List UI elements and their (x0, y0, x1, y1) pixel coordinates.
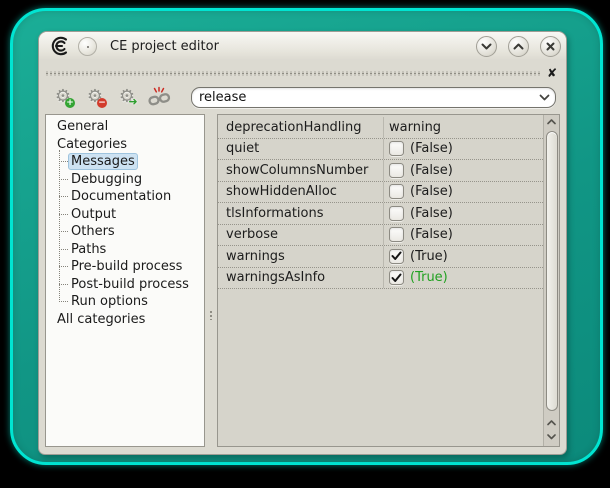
table-row[interactable]: deprecationHandling warning (218, 117, 543, 139)
sidebar-item-post-build-process[interactable]: Post-build process (46, 276, 204, 294)
table-row[interactable]: verbose (False) (218, 225, 543, 247)
table-row[interactable]: showColumnsNumber (False) (218, 160, 543, 182)
copy-configuration-button[interactable]: ⚙ ➜ (115, 85, 139, 109)
tree-branch-icon (59, 214, 68, 215)
plus-badge-icon: + (65, 98, 75, 108)
sidebar-item-paths[interactable]: Paths (46, 241, 204, 259)
checkbox[interactable] (389, 227, 404, 242)
checkbox[interactable] (389, 184, 404, 199)
sidebar-item-general[interactable]: General (46, 118, 204, 136)
minus-badge-icon: − (97, 98, 107, 108)
table-row[interactable]: tlsInformations (False) (218, 203, 543, 225)
table-row[interactable]: quiet (False) (218, 139, 543, 161)
property-value[interactable]: warning (389, 120, 441, 135)
sidebar-item-others[interactable]: Others (46, 223, 204, 241)
tree-branch-icon (59, 284, 68, 285)
checkbox[interactable] (389, 270, 404, 285)
dock-header[interactable]: ✘ (45, 67, 560, 79)
content-area: General Categories Messages Debugging Do… (45, 114, 560, 447)
maximize-button[interactable] (508, 36, 529, 57)
close-icon (546, 42, 555, 51)
unlink-configuration-button[interactable] (147, 85, 171, 109)
scrollbar-thumb[interactable] (546, 131, 558, 411)
property-value: (False) (410, 184, 453, 199)
property-value: (True) (410, 270, 448, 285)
tree-branch-icon (59, 179, 68, 180)
sidebar-item-pre-build-process[interactable]: Pre-build process (46, 258, 204, 276)
sidebar-item-all-categories[interactable]: All categories (46, 311, 204, 329)
remove-configuration-button[interactable]: ⚙ − (83, 85, 107, 109)
splitter-handle[interactable] (205, 114, 217, 447)
scroll-up-button-secondary[interactable] (544, 416, 559, 430)
close-button[interactable] (540, 36, 561, 57)
property-value: (False) (410, 227, 453, 242)
checkbox[interactable] (389, 249, 404, 264)
category-tree: General Categories Messages Debugging Do… (45, 114, 205, 447)
app-logo-icon (49, 35, 71, 57)
property-value: (False) (410, 141, 453, 156)
scroll-up-button[interactable] (544, 115, 559, 129)
table-row[interactable]: warnings (True) (218, 246, 543, 268)
property-value: (False) (410, 163, 453, 178)
tree-branch-icon (59, 266, 68, 267)
sidebar-item-messages[interactable]: Messages (46, 153, 204, 171)
sidebar-item-categories[interactable]: Categories (46, 136, 204, 154)
tree-branch-icon (59, 249, 68, 250)
chevron-up-icon (547, 119, 556, 125)
chevron-up-icon (547, 420, 556, 426)
tree-branch-icon (59, 196, 68, 197)
titlebar[interactable]: CE project editor (39, 32, 566, 60)
add-configuration-button[interactable]: ⚙ + (51, 85, 75, 109)
dock-close-icon[interactable]: ✘ (544, 68, 560, 78)
window-title: CE project editor (110, 39, 465, 54)
configuration-combobox-value[interactable]: release (192, 90, 533, 105)
ce-project-editor-window: CE project editor ✘ ⚙ + ⚙ − ⚙ ➜ (38, 31, 567, 455)
vertical-scrollbar[interactable] (543, 115, 559, 446)
tree-branch-icon (59, 301, 68, 302)
sidebar-item-run-options[interactable]: Run options (46, 293, 204, 311)
configuration-combobox[interactable]: release (191, 87, 556, 108)
table-row[interactable]: warningsAsInfo (True) (218, 268, 543, 290)
dock-drag-handle[interactable] (45, 71, 540, 76)
chevron-down-icon[interactable] (533, 94, 555, 101)
property-table: deprecationHandling warning quiet (False… (217, 114, 560, 447)
shade-button[interactable] (476, 36, 497, 57)
tree-branch-icon (59, 161, 68, 162)
checkbox[interactable] (389, 206, 404, 221)
property-value: (False) (410, 206, 453, 221)
scroll-down-button[interactable] (544, 430, 559, 444)
toolbar: ⚙ + ⚙ − ⚙ ➜ release (39, 79, 566, 109)
sidebar-item-output[interactable]: Output (46, 206, 204, 224)
checkbox[interactable] (389, 141, 404, 156)
tree-branch-icon (59, 231, 68, 232)
categories-children: Messages Debugging Documentation Output … (46, 153, 204, 311)
property-value: (True) (410, 249, 448, 264)
property-rows: deprecationHandling warning quiet (False… (218, 115, 543, 446)
window-menu-button[interactable] (78, 37, 97, 56)
sidebar-item-debugging[interactable]: Debugging (46, 171, 204, 189)
arrow-badge-icon: ➜ (127, 96, 139, 108)
chevron-down-icon (547, 434, 556, 440)
scrollbar-track[interactable] (544, 129, 559, 416)
sidebar-item-documentation[interactable]: Documentation (46, 188, 204, 206)
chevron-up-icon (513, 43, 524, 50)
chevron-down-icon (481, 43, 492, 50)
checkbox[interactable] (389, 163, 404, 178)
broken-chain-icon (147, 85, 171, 109)
table-row[interactable]: showHiddenAlloc (False) (218, 182, 543, 204)
